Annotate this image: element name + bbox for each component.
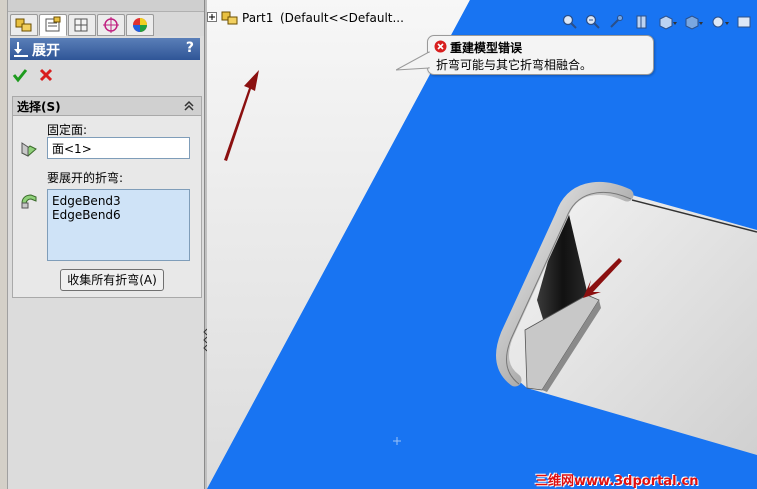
panel-title: 展开 — [32, 43, 60, 59]
unfold-icon — [14, 42, 28, 57]
tab-property-manager[interactable] — [39, 14, 67, 36]
ok-cancel-bar — [8, 64, 198, 86]
manager-tabs — [8, 12, 204, 36]
tab-dimxpert[interactable] — [97, 14, 125, 36]
section-view-icon[interactable] — [634, 14, 650, 30]
display-style-icon[interactable] — [684, 14, 704, 30]
ok-check-icon[interactable] — [12, 67, 28, 83]
error-title: 重建模型错误 — [450, 41, 523, 55]
hide-show-items-icon[interactable] — [710, 14, 730, 30]
fixed-face-icon — [21, 142, 37, 157]
left-strip — [0, 0, 8, 489]
help-button[interactable]: ? — [186, 40, 194, 56]
apply-scene-icon[interactable] — [736, 14, 752, 30]
tab-configuration-manager[interactable] — [68, 14, 96, 36]
selections-group: 选择(S) 固定面: 面<1> 要展开的折弯: EdgeBend3 EdgeBe… — [12, 96, 202, 298]
configuration-name[interactable]: (Default<<Default... — [280, 11, 404, 25]
previous-view-icon[interactable] — [608, 14, 624, 30]
feature-tree-icon — [15, 18, 32, 32]
tab-feature-manager[interactable] — [10, 14, 38, 36]
bend-list-item[interactable]: EdgeBend6 — [52, 208, 121, 222]
zoom-area-icon[interactable] — [585, 14, 601, 30]
fixed-face-field[interactable]: 面<1> — [47, 137, 190, 159]
collapse-chevron-icon[interactable] — [183, 100, 195, 112]
tab-display-manager[interactable] — [126, 14, 154, 36]
crosshair-icon — [103, 17, 119, 33]
error-icon — [434, 40, 447, 53]
error-message: 折弯可能与其它折弯相融合。 — [436, 58, 593, 72]
panel-title-bar: 展开 ? — [10, 38, 200, 60]
cancel-x-icon[interactable] — [38, 67, 54, 83]
bends-label: 要展开的折弯: — [47, 171, 124, 185]
watermark: 三维网www.3dportal.cn — [535, 474, 699, 489]
bends-icon — [21, 194, 37, 209]
appearance-icon — [133, 18, 147, 32]
part-icon — [221, 11, 238, 25]
rebuild-error-callout: 重建模型错误 折弯可能与其它折弯相融合。 — [396, 35, 654, 75]
zoom-to-fit-icon[interactable] — [562, 14, 578, 30]
property-manager-icon — [45, 16, 61, 32]
fixed-face-value: 面<1> — [52, 142, 92, 156]
callout-pointer — [396, 51, 430, 71]
configuration-icon — [74, 18, 88, 32]
collect-all-bends-button[interactable]: 收集所有折弯(A) — [60, 269, 164, 291]
expand-plus-icon[interactable] — [207, 12, 217, 22]
panel-top-bar — [8, 0, 204, 12]
property-manager: 展开 ? 选择(S) 固定面: 面<1> 要展开的折弯: EdgeBend3 E… — [8, 0, 204, 489]
part-name[interactable]: Part1 — [242, 11, 273, 25]
bend-list-item[interactable]: EdgeBend3 — [52, 194, 121, 208]
graphics-area[interactable]: Part1 (Default<<Default... 重建模型错误 折弯可能与其… — [207, 0, 757, 489]
heads-up-toolbar — [562, 14, 752, 32]
bends-list[interactable]: EdgeBend3 EdgeBend6 — [47, 189, 190, 261]
selections-group-header[interactable]: 选择(S) — [13, 97, 201, 116]
selections-header-label: 选择(S) — [17, 100, 61, 114]
fixed-face-label: 固定面: — [47, 123, 88, 137]
view-orientation-icon[interactable] — [658, 14, 678, 30]
